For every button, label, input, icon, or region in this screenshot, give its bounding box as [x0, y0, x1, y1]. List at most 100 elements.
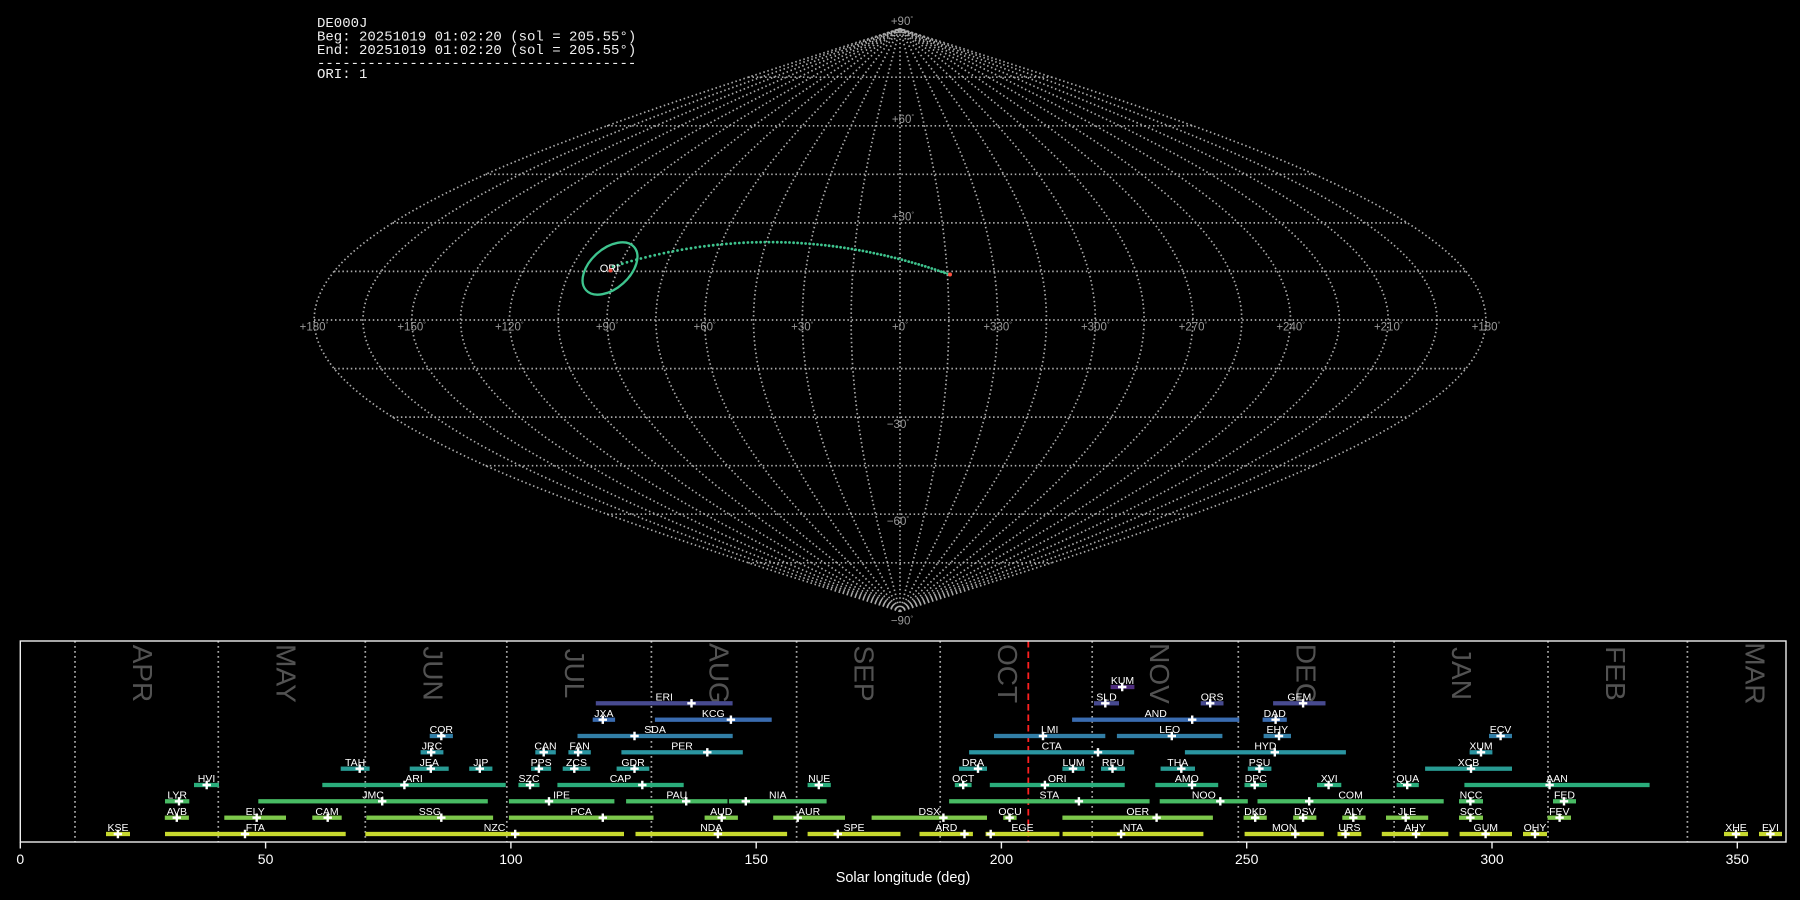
svg-text:+180°: +180°: [300, 321, 329, 334]
svg-text:THA: THA: [1167, 757, 1188, 769]
svg-text:RPU: RPU: [1102, 757, 1124, 769]
svg-text:PER: PER: [671, 741, 693, 753]
svg-text:SZC: SZC: [519, 773, 540, 785]
svg-text:FEV: FEV: [1549, 806, 1569, 818]
svg-text:FAN: FAN: [569, 741, 589, 753]
svg-text:CAP: CAP: [610, 773, 632, 785]
svg-text:JLE: JLE: [1398, 806, 1416, 818]
svg-text:MON: MON: [1272, 822, 1297, 834]
svg-text:FEB: FEB: [1600, 646, 1631, 700]
svg-text:DSX: DSX: [919, 806, 941, 818]
svg-text:+330°: +330°: [983, 321, 1012, 334]
svg-text:ORS: ORS: [1201, 692, 1224, 704]
svg-text:LMI: LMI: [1041, 724, 1059, 736]
svg-text:KSE: KSE: [107, 822, 128, 834]
svg-text:+90°: +90°: [891, 15, 914, 28]
svg-text:AVB: AVB: [167, 806, 187, 818]
svg-text:AAN: AAN: [1546, 773, 1568, 785]
svg-text:JMC: JMC: [362, 790, 384, 802]
svg-text:LUM: LUM: [1063, 757, 1085, 769]
svg-text:NTA: NTA: [1123, 822, 1143, 834]
svg-text:NZC: NZC: [484, 822, 506, 834]
svg-text:FED: FED: [1554, 790, 1575, 802]
svg-text:EGE: EGE: [1011, 822, 1033, 834]
svg-text:+240°: +240°: [1276, 321, 1305, 334]
svg-text:CTA: CTA: [1042, 741, 1062, 753]
svg-text:OCT: OCT: [952, 773, 975, 785]
svg-text:APR: APR: [127, 645, 158, 703]
svg-text:STA: STA: [1039, 790, 1059, 802]
svg-text:PPS: PPS: [531, 757, 552, 769]
svg-text:PSU: PSU: [1249, 757, 1271, 769]
svg-text:HYD: HYD: [1254, 741, 1277, 753]
svg-text:XUM: XUM: [1469, 741, 1492, 753]
svg-text:−60°: −60°: [887, 515, 910, 528]
svg-text:LYR: LYR: [167, 790, 187, 802]
svg-text:NCC: NCC: [1460, 790, 1483, 802]
svg-text:AND: AND: [1145, 708, 1168, 720]
svg-text:JIP: JIP: [473, 757, 488, 769]
svg-text:NDA: NDA: [700, 822, 722, 834]
svg-text:DKD: DKD: [1244, 806, 1267, 818]
svg-text:50: 50: [258, 851, 274, 867]
svg-text:+30°: +30°: [791, 321, 814, 334]
svg-text:100: 100: [499, 851, 523, 867]
svg-text:OER: OER: [1126, 806, 1149, 818]
svg-text:NUE: NUE: [808, 773, 830, 785]
svg-text:JEA: JEA: [420, 757, 439, 769]
svg-text:JRC: JRC: [422, 741, 443, 753]
svg-text:ORI: ORI: [1048, 773, 1067, 785]
svg-text:−90°: −90°: [891, 615, 914, 628]
svg-text:+60°: +60°: [892, 113, 915, 126]
svg-text:SPE: SPE: [843, 822, 864, 834]
svg-text:JUL: JUL: [559, 649, 590, 699]
svg-text:DPC: DPC: [1245, 773, 1268, 785]
svg-text:+270°: +270°: [1179, 321, 1208, 334]
svg-text:200: 200: [990, 851, 1014, 867]
svg-text:CAN: CAN: [534, 741, 556, 753]
svg-text:FTA: FTA: [246, 822, 265, 834]
svg-text:DRA: DRA: [962, 757, 984, 769]
svg-text:MAY: MAY: [270, 644, 301, 703]
svg-text:AHY: AHY: [1404, 822, 1426, 834]
svg-text:Solar longitude (deg): Solar longitude (deg): [836, 870, 971, 886]
svg-text:JUN: JUN: [417, 646, 448, 700]
svg-text:ARI: ARI: [405, 773, 423, 785]
svg-text:XHE: XHE: [1725, 822, 1747, 834]
svg-text:NOO: NOO: [1192, 790, 1216, 802]
svg-text:GEM: GEM: [1287, 692, 1311, 704]
svg-text:MAR: MAR: [1739, 642, 1770, 704]
svg-text:XCB: XCB: [1458, 757, 1480, 769]
svg-text:TAH: TAH: [345, 757, 365, 769]
svg-text:IPE: IPE: [553, 790, 570, 802]
svg-text:KUM: KUM: [1111, 675, 1134, 687]
svg-text:GUM: GUM: [1474, 822, 1499, 834]
svg-text:EHY: EHY: [1267, 724, 1289, 736]
svg-text:SEP: SEP: [849, 645, 880, 701]
svg-text:ELY: ELY: [246, 806, 265, 818]
svg-text:150: 150: [745, 851, 769, 867]
svg-text:350: 350: [1726, 851, 1750, 867]
svg-text:SCC: SCC: [1460, 806, 1483, 818]
svg-text:SLD: SLD: [1096, 692, 1117, 704]
svg-text:CAM: CAM: [315, 806, 338, 818]
svg-text:+60°: +60°: [694, 321, 717, 334]
svg-text:ECV: ECV: [1490, 724, 1512, 736]
svg-text:JXA: JXA: [594, 708, 613, 720]
svg-text:+180°: +180°: [1472, 321, 1501, 334]
svg-text:JAN: JAN: [1446, 647, 1477, 700]
svg-text:SDA: SDA: [644, 724, 666, 736]
svg-text:OCT: OCT: [992, 644, 1023, 703]
svg-text:300: 300: [1480, 851, 1504, 867]
svg-text:250: 250: [1235, 851, 1259, 867]
svg-text:−30°: −30°: [887, 418, 910, 431]
svg-text:NOV: NOV: [1144, 643, 1175, 704]
svg-text:+210°: +210°: [1374, 321, 1403, 334]
svg-text:ZCS: ZCS: [566, 757, 587, 769]
svg-text:PCA: PCA: [570, 806, 592, 818]
svg-text:DSV: DSV: [1294, 806, 1316, 818]
svg-text:COM: COM: [1338, 790, 1363, 802]
svg-text:URS: URS: [1338, 822, 1360, 834]
svg-text:+90°: +90°: [596, 321, 619, 334]
svg-text:LEO: LEO: [1159, 724, 1180, 736]
